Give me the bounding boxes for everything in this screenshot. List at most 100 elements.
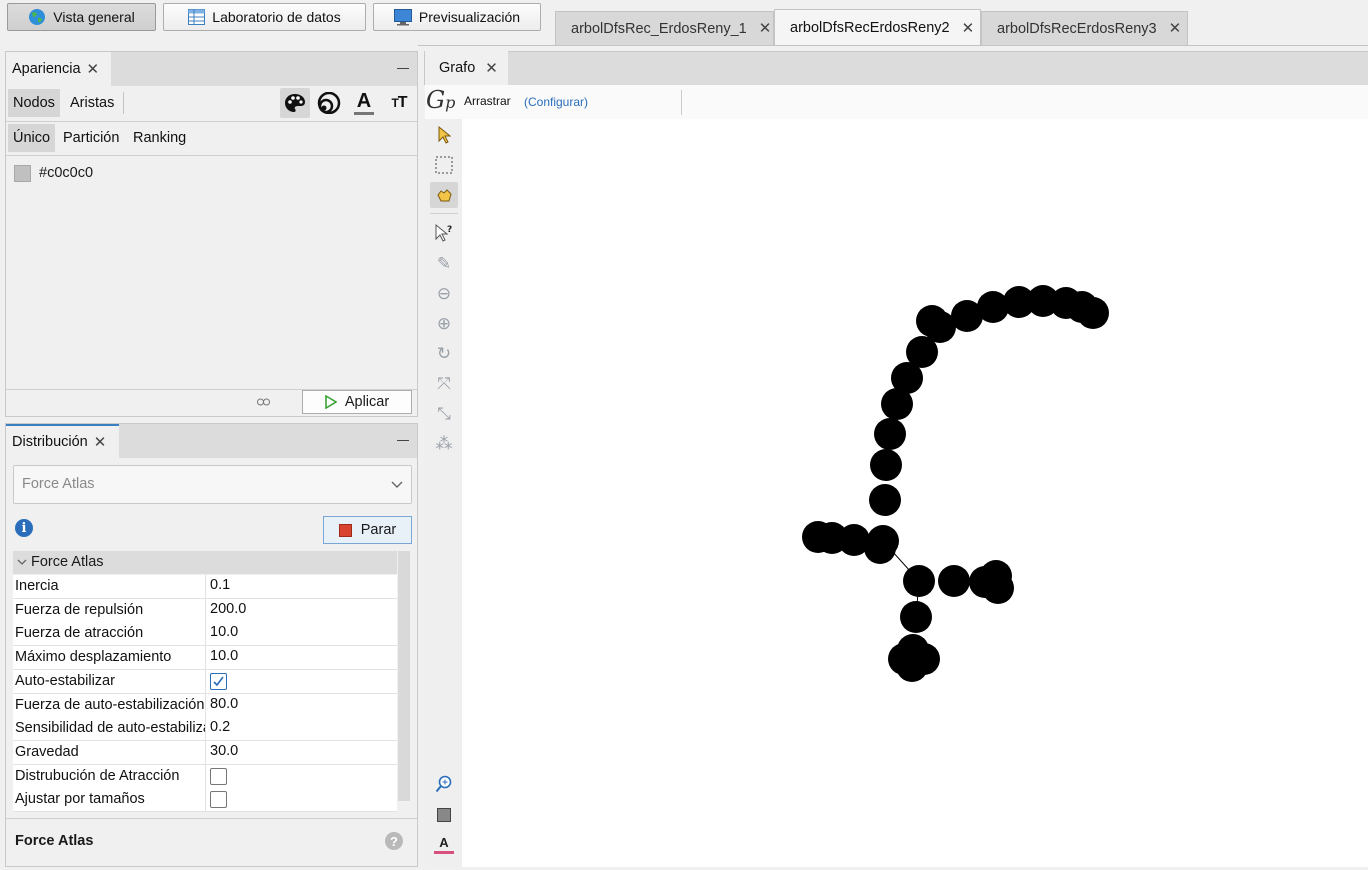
label-color-button[interactable]: A <box>349 88 379 118</box>
property-row[interactable]: Fuerza de repulsión 200.0 <box>13 598 397 623</box>
property-value[interactable]: 10.0 <box>210 624 238 640</box>
shortest-path-icon[interactable]: ⁂ <box>430 431 458 457</box>
svg-text:?: ? <box>447 225 452 235</box>
tab-edges-label: Aristas <box>70 95 115 111</box>
graph-node[interactable] <box>870 449 902 481</box>
color-palette-button[interactable] <box>280 88 310 118</box>
brush-icon[interactable]: ✎ <box>430 251 458 277</box>
table-icon <box>188 9 206 25</box>
tab-appearance[interactable]: Apariencia ✕ <box>6 52 111 86</box>
zoom-icon[interactable] <box>430 771 458 797</box>
property-value[interactable]: 0.1 <box>210 577 230 593</box>
divider <box>681 90 682 115</box>
configure-link[interactable]: (Configurar) <box>524 95 588 109</box>
property-name: Máximo desplazamiento <box>15 649 172 666</box>
checkmark-icon <box>213 676 224 687</box>
close-icon[interactable]: ✕ <box>759 21 772 36</box>
stop-button[interactable]: Parar <box>323 516 412 544</box>
doc-tab-3[interactable]: arbolDfsRecErdosReny3 ✕ <box>981 11 1188 45</box>
minimize-icon[interactable] <box>397 68 409 69</box>
help-icon[interactable]: ? <box>385 832 403 850</box>
property-value[interactable]: 30.0 <box>210 743 238 759</box>
preview-button[interactable]: Previsualización <box>373 3 541 31</box>
mode-label: Arrastrar <box>464 94 511 108</box>
add-node-icon[interactable]: ⤧ <box>430 371 458 397</box>
info-icon[interactable]: i <box>15 519 33 537</box>
link-icon[interactable] <box>256 395 270 409</box>
doc-tab-2[interactable]: arbolDfsRecErdosReny2 ✕ <box>774 9 981 46</box>
graph-node[interactable] <box>874 418 906 450</box>
property-row[interactable]: Máximo desplazamiento 10.0 <box>13 646 397 671</box>
rotate-icon[interactable]: ↻ <box>430 341 458 367</box>
tab-edges[interactable]: Aristas <box>65 89 119 117</box>
graph-canvas[interactable] <box>462 119 1368 867</box>
property-checkbox[interactable] <box>210 767 227 785</box>
close-icon[interactable]: ✕ <box>485 61 498 76</box>
doc-tab-2-label: arbolDfsRecErdosReny2 <box>790 20 950 36</box>
property-divider <box>205 717 206 741</box>
close-icon[interactable]: ✕ <box>1169 21 1182 36</box>
property-row[interactable]: Sensibilidad de auto-estabilización 0.2 <box>13 717 397 742</box>
graph-node[interactable] <box>869 484 901 516</box>
select-pointer-icon[interactable] <box>430 122 458 148</box>
property-row[interactable]: Fuerza de atracción 10.0 <box>13 622 397 647</box>
tab-graph[interactable]: Grafo ✕ <box>425 51 508 85</box>
property-divider <box>205 669 206 693</box>
tab-partition[interactable]: Partición <box>58 124 124 152</box>
algorithm-select[interactable]: Force Atlas <box>13 465 412 504</box>
tab-unique[interactable]: Único <box>8 124 56 152</box>
tab-ranking[interactable]: Ranking <box>128 124 191 152</box>
edit-pointer-icon[interactable]: ? <box>430 220 458 246</box>
rectangle-select-icon[interactable] <box>430 152 458 178</box>
data-lab-button[interactable]: Laboratorio de datos <box>163 3 366 31</box>
tab-nodes[interactable]: Nodos <box>8 89 60 117</box>
property-row[interactable]: Inercia 0.1 <box>13 575 397 599</box>
label-size-button[interactable]: TT <box>384 88 414 118</box>
graph-node[interactable] <box>802 521 834 553</box>
color-swatch[interactable] <box>14 165 31 182</box>
property-row[interactable]: Distrubución de Atracción <box>13 764 397 789</box>
property-value[interactable]: 0.2 <box>210 719 230 735</box>
graph-node[interactable] <box>896 650 928 682</box>
label-color-icon[interactable]: A <box>430 832 458 858</box>
graph-node[interactable] <box>916 305 948 337</box>
minimize-icon[interactable] <box>397 440 409 441</box>
resize-icon[interactable]: ⊖ <box>430 281 458 307</box>
close-icon[interactable]: ✕ <box>87 62 100 77</box>
overview-label: Vista general <box>53 9 135 25</box>
network-graph[interactable] <box>462 119 1368 867</box>
property-scrollbar[interactable] <box>398 551 410 801</box>
palette-icon <box>285 94 305 112</box>
doc-tab-1[interactable]: arbolDfsRec_ErdosReny_1 ✕ <box>555 11 774 45</box>
property-row[interactable]: Fuerza de auto-estabilización 80.0 <box>13 693 397 718</box>
property-name: Ajustar por tamaños <box>15 791 145 808</box>
add-edge-icon[interactable]: ⤡ <box>430 401 458 427</box>
apply-button[interactable]: Aplicar <box>302 390 412 414</box>
close-icon[interactable]: ✕ <box>962 21 975 36</box>
property-row[interactable]: Auto-estabilizar <box>13 669 397 694</box>
graph-node[interactable] <box>938 565 970 597</box>
separator <box>6 818 417 819</box>
property-value[interactable]: 10.0 <box>210 648 238 664</box>
property-checkbox[interactable] <box>210 672 227 690</box>
property-divider <box>205 764 206 788</box>
graph-node[interactable] <box>900 601 932 633</box>
overview-button[interactable]: Vista general <box>7 3 156 31</box>
property-row[interactable]: Ajustar por tamaños <box>13 788 397 813</box>
graph-node[interactable] <box>881 388 913 420</box>
property-value[interactable]: 200.0 <box>210 601 246 617</box>
size-button[interactable] <box>314 88 344 118</box>
drag-hand-icon[interactable] <box>430 182 458 208</box>
graph-node[interactable] <box>982 572 1014 604</box>
section-title: Force Atlas <box>31 554 104 570</box>
monitor-icon <box>393 8 412 25</box>
paint-bucket-icon[interactable]: ⊕ <box>430 311 458 337</box>
section-header[interactable]: Force Atlas <box>13 551 397 574</box>
tab-layout[interactable]: Distribución ✕ <box>6 424 119 458</box>
property-checkbox[interactable] <box>210 791 227 809</box>
background-color-icon[interactable] <box>430 802 458 828</box>
property-row[interactable]: Gravedad 30.0 <box>13 740 397 765</box>
close-icon[interactable]: ✕ <box>94 435 107 450</box>
property-value[interactable]: 80.0 <box>210 696 238 712</box>
graph-node[interactable] <box>903 565 935 597</box>
